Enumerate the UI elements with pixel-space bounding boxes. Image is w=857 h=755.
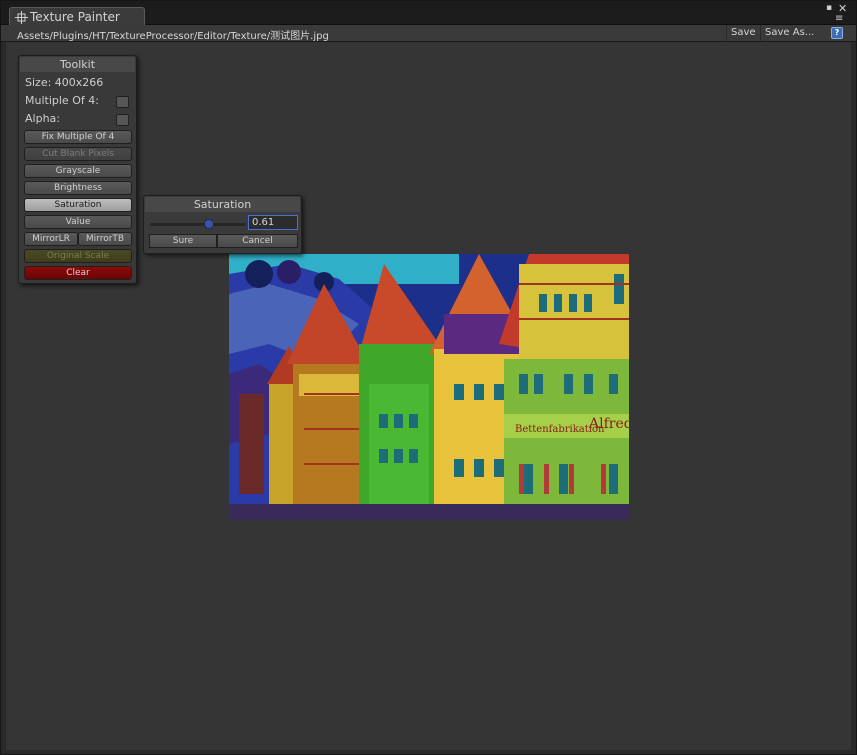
help-book-icon[interactable]: ? xyxy=(831,27,843,39)
tab-texture-painter[interactable]: Texture Painter xyxy=(9,7,145,26)
grayscale-button[interactable]: Grayscale xyxy=(24,164,132,178)
clear-button[interactable]: Clear xyxy=(24,266,132,280)
saturation-popup: Saturation 0.61 Sure Cancel xyxy=(143,195,302,254)
edited-photo-half-timbered-houses: Bettenfabrikation Alfred xyxy=(229,254,629,520)
original-scale-button[interactable]: Original Scale xyxy=(24,249,132,263)
toolkit-title[interactable]: Toolkit xyxy=(20,57,135,72)
saturation-button[interactable]: Saturation xyxy=(24,198,132,212)
size-label: Size: 400x266 xyxy=(25,76,104,89)
mirror-lr-button[interactable]: MirrorLR xyxy=(24,232,78,246)
crosshair-move-icon xyxy=(15,11,28,24)
multiple-of-4-label: Multiple Of 4: xyxy=(25,94,99,107)
save-as-button[interactable]: Save As... xyxy=(760,25,818,41)
tab-title: Texture Painter xyxy=(30,10,120,24)
mirror-tb-button[interactable]: MirrorTB xyxy=(78,232,132,246)
svg-text:Alfred: Alfred xyxy=(588,416,629,432)
cancel-button[interactable]: Cancel xyxy=(217,234,298,248)
save-button[interactable]: Save xyxy=(726,25,760,41)
title-bar: Texture Painter ▪ ✕ ≡ xyxy=(1,1,856,26)
saturation-slider[interactable] xyxy=(150,223,246,226)
fix-multiple-button[interactable]: Fix Multiple Of 4 xyxy=(24,130,132,144)
texture-painter-window: Texture Painter ▪ ✕ ≡ Assets/Plugins/HT/… xyxy=(0,0,857,755)
window-controls: ▪ ✕ ≡ xyxy=(826,3,850,24)
saturation-value-field[interactable]: 0.61 xyxy=(248,215,298,230)
texture-image[interactable]: Bettenfabrikation Alfred xyxy=(229,254,629,520)
toolbar: Assets/Plugins/HT/TextureProcessor/Edito… xyxy=(1,25,856,42)
value-button[interactable]: Value xyxy=(24,215,132,229)
maximize-icon[interactable]: ▪ xyxy=(826,4,832,13)
alpha-checkbox[interactable] xyxy=(116,114,129,126)
saturation-popup-title[interactable]: Saturation xyxy=(145,197,300,212)
brightness-button[interactable]: Brightness xyxy=(24,181,132,195)
close-icon[interactable]: ✕ xyxy=(838,3,847,14)
multiple-of-4-checkbox[interactable] xyxy=(116,96,129,108)
cut-blank-pixels-button[interactable]: Cut Blank Pixels xyxy=(24,147,132,161)
menu-icon[interactable]: ≡ xyxy=(835,14,843,24)
saturation-slider-thumb[interactable] xyxy=(203,219,214,229)
alpha-label: Alpha: xyxy=(25,112,60,125)
sure-button[interactable]: Sure xyxy=(149,234,217,248)
toolkit-panel: Toolkit Size: 400x266 Multiple Of 4: Alp… xyxy=(18,55,137,284)
asset-path: Assets/Plugins/HT/TextureProcessor/Edito… xyxy=(17,31,329,42)
